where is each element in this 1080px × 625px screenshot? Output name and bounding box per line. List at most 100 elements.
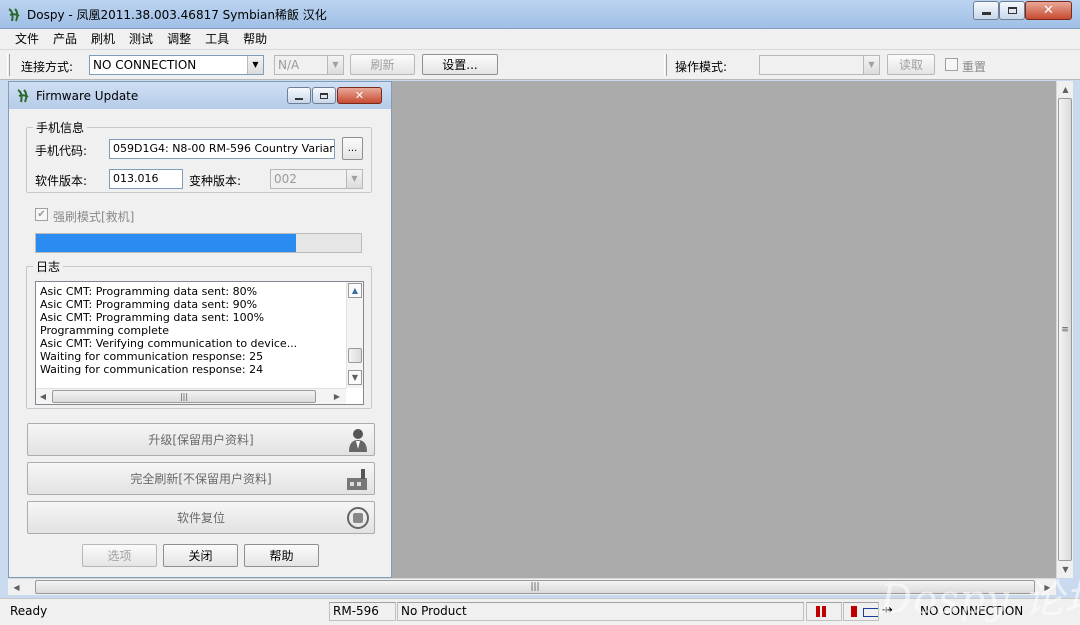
- browse-button[interactable]: ...: [342, 137, 363, 160]
- progress-fill: [36, 234, 296, 252]
- status-device-pane: [843, 602, 879, 621]
- port-value: N/A: [278, 58, 300, 72]
- status-connection: NO CONNECTION: [920, 604, 1024, 618]
- status-product: No Product: [397, 602, 804, 621]
- signal-icon: [816, 606, 827, 617]
- status-bar: Ready RM-596 No Product ⇸ NO CONNECTION: [0, 598, 1080, 625]
- menu-test[interactable]: 测试: [122, 29, 160, 50]
- connection-value: NO CONNECTION: [93, 58, 197, 72]
- app-logo-icon: [8, 8, 20, 22]
- progress-bar: [35, 233, 362, 253]
- variant-select[interactable]: 002 ▼: [270, 169, 363, 189]
- port-select[interactable]: N/A ▼: [274, 55, 344, 75]
- status-ready: Ready: [10, 604, 48, 618]
- status-model: RM-596: [329, 602, 396, 621]
- log-hscroll-thumb[interactable]: |||: [52, 390, 316, 403]
- scroll-up-icon[interactable]: ▲: [348, 283, 362, 298]
- fw-minimize-button[interactable]: [287, 87, 311, 104]
- scroll-right-icon[interactable]: ▶: [1039, 579, 1056, 596]
- grip-icon: |||: [530, 582, 540, 592]
- mode-label: 操作模式:: [675, 60, 728, 74]
- maximize-button[interactable]: [999, 1, 1025, 20]
- log-title: 日志: [33, 258, 64, 275]
- user-icon: [349, 429, 367, 452]
- menu-file[interactable]: 文件: [8, 29, 46, 50]
- fw-close-button[interactable]: ✕: [337, 87, 382, 104]
- log-line: Asic CMT: Programming data sent: 90%: [40, 298, 258, 311]
- log-horizontal-scrollbar[interactable]: ◀ ||| ▶: [36, 388, 346, 404]
- close-dialog-button[interactable]: 关闭: [163, 544, 238, 567]
- upgrade-keep-data-button[interactable]: 升级[保留用户资料]: [27, 423, 375, 456]
- close-icon: ✕: [1043, 3, 1054, 18]
- menu-product[interactable]: 产品: [46, 29, 84, 50]
- close-button[interactable]: ✕: [1025, 1, 1072, 20]
- log-textbox[interactable]: Asic CMT: Programming data sent: 80% Asi…: [35, 281, 364, 405]
- maximize-icon: [320, 92, 328, 99]
- software-reset-button[interactable]: 软件复位: [27, 501, 375, 534]
- chevron-down-icon: ▼: [863, 56, 879, 74]
- minimize-button[interactable]: [973, 1, 999, 20]
- port-icon: [862, 608, 878, 617]
- log-vertical-scrollbar[interactable]: ▲ ▼: [346, 282, 363, 388]
- reset-label: 重置: [962, 60, 987, 74]
- scroll-right-icon[interactable]: ▶: [330, 389, 344, 404]
- log-line: Asic CMT: Programming data sent: 100%: [40, 311, 265, 324]
- toolbar-grip-2[interactable]: [664, 54, 667, 76]
- close-icon: ✕: [354, 89, 365, 102]
- sw-version-field[interactable]: 013.016: [109, 169, 183, 189]
- reset-phone-icon: [347, 507, 369, 529]
- options-button[interactable]: 选项: [82, 544, 157, 567]
- menu-adjust[interactable]: 调整: [160, 29, 198, 50]
- menu-bar: 文件 产品 刷机 测试 调整 工具 帮助: [0, 29, 1080, 50]
- variant-value: 002: [274, 172, 297, 186]
- full-flash-button[interactable]: 完全刷新[不保留用户资料]: [27, 462, 375, 495]
- scroll-down-icon[interactable]: ▼: [348, 370, 362, 385]
- menu-flash[interactable]: 刷机: [84, 29, 122, 50]
- help-button[interactable]: 帮助: [244, 544, 319, 567]
- phone-code-field[interactable]: 059D1G4: N8-00 RM-596 Country Variant Ma…: [109, 139, 335, 159]
- settings-button[interactable]: 设置...: [422, 54, 498, 75]
- chevron-down-icon: ▼: [327, 56, 343, 74]
- read-button[interactable]: 读取: [887, 54, 935, 75]
- log-line: Waiting for communication response: 24: [40, 363, 264, 376]
- software-reset-label: 软件复位: [176, 511, 225, 525]
- menu-help[interactable]: 帮助: [236, 29, 274, 50]
- scroll-left-icon[interactable]: ◀: [8, 579, 25, 596]
- log-group: 日志 Asic CMT: Programming data sent: 80% …: [26, 258, 372, 409]
- connection-label: 连接方式:: [21, 60, 74, 74]
- firmware-update-title: Firmware Update: [36, 89, 139, 103]
- vertical-scrollbar[interactable]: ▲ ≡ ▼: [1056, 81, 1073, 578]
- firmware-update-titlebar[interactable]: Firmware Update ✕: [9, 82, 391, 109]
- app-logo-icon: [17, 89, 29, 103]
- window-title: Dospy - 凤凰2011.38.003.46817 Symbian稀飯 汉化: [27, 8, 327, 22]
- log-line: Waiting for communication response: 25: [40, 350, 264, 363]
- toolbar: 连接方式: NO CONNECTION ▼ N/A ▼ 刷新 设置... 操作模…: [0, 50, 1080, 80]
- menu-tools[interactable]: 工具: [198, 29, 236, 50]
- toolbar-grip[interactable]: [7, 54, 10, 76]
- horizontal-scrollbar[interactable]: ◀ ||| ▶: [8, 578, 1056, 595]
- vertical-scroll-thumb[interactable]: ≡: [1058, 98, 1072, 561]
- reset-checkbox[interactable]: [945, 58, 958, 71]
- mode-select[interactable]: ▼: [759, 55, 880, 75]
- plug-icon: ⇸: [882, 603, 893, 618]
- minimize-icon: [295, 97, 303, 100]
- scroll-down-icon[interactable]: ▼: [1057, 561, 1074, 578]
- horizontal-scroll-thumb[interactable]: |||: [35, 580, 1035, 594]
- main-titlebar[interactable]: Dospy - 凤凰2011.38.003.46817 Symbian稀飯 汉化…: [0, 0, 1080, 29]
- log-lines: Asic CMT: Programming data sent: 80% Asi…: [40, 285, 340, 376]
- grip-icon: ≡: [1061, 324, 1069, 335]
- force-mode-checkbox[interactable]: ✔: [35, 208, 48, 221]
- connection-select[interactable]: NO CONNECTION ▼: [89, 55, 264, 75]
- maximize-icon: [1007, 7, 1017, 14]
- phone-info-group: 手机信息 手机代码: 059D1G4: N8-00 RM-596 Country…: [26, 119, 372, 193]
- device-icon: [851, 606, 857, 617]
- log-line: Asic CMT: Verifying communication to dev…: [40, 337, 298, 350]
- upgrade-label: 升级[保留用户资料]: [148, 433, 254, 447]
- fw-maximize-button[interactable]: [312, 87, 336, 104]
- log-scroll-thumb[interactable]: [348, 348, 362, 363]
- refresh-button[interactable]: 刷新: [350, 54, 415, 75]
- factory-icon: [347, 469, 367, 490]
- variant-label: 变种版本:: [189, 174, 242, 188]
- scroll-left-icon[interactable]: ◀: [36, 389, 50, 404]
- scroll-up-icon[interactable]: ▲: [1057, 81, 1074, 98]
